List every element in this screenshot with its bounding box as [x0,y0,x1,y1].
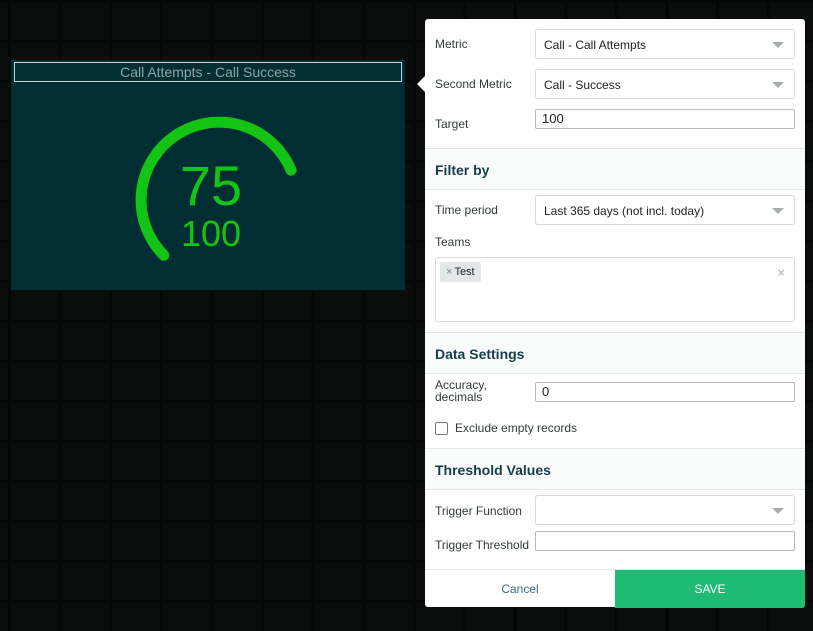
gauge-value: 75 [179,154,243,217]
teams-label: Teams [435,235,471,249]
metric-select-value: Call - Call Attempts [544,38,647,52]
metric-label: Metric [435,37,468,51]
chevron-down-icon [772,82,784,88]
save-button[interactable]: SAVE [615,570,805,608]
second-metric-select-value: Call - Success [544,78,621,92]
team-tag-label: Test [454,266,475,278]
accuracy-input[interactable]: 0 [535,382,795,402]
threshold-section-header: Threshold Values [425,448,805,490]
gauge-widget[interactable]: Call Attempts - Call Success 75 100 [11,60,405,290]
clear-teams-icon[interactable]: × [777,265,785,280]
target-label: Target [435,117,469,131]
target-input[interactable]: 100 [535,109,795,129]
accuracy-label-line2: decimals [435,390,483,404]
widget-settings-panel: Metric Call - Call Attempts Second Metri… [417,19,805,608]
chevron-down-icon [772,208,784,214]
chevron-down-icon [772,42,784,48]
teams-multiselect[interactable]: × Test × [435,257,795,322]
metric-select[interactable]: Call - Call Attempts [535,29,795,59]
chevron-down-icon [772,508,784,514]
threshold-section-title: Threshold Values [435,462,551,478]
filter-section-header: Filter by [425,148,805,190]
time-period-select[interactable]: Last 365 days (not incl. today) [535,195,795,225]
data-settings-section-title: Data Settings [435,346,525,362]
trigger-threshold-input[interactable] [535,531,795,551]
filter-section-title: Filter by [435,162,490,178]
remove-tag-icon[interactable]: × [446,266,452,278]
trigger-function-select[interactable] [535,495,795,525]
second-metric-select[interactable]: Call - Success [535,69,795,99]
gauge-target: 100 [180,213,242,254]
panel-pointer [417,76,425,92]
time-period-select-value: Last 365 days (not incl. today) [544,204,705,218]
time-period-label: Time period [435,203,498,217]
team-tag: × Test [440,262,481,282]
panel-footer: Cancel SAVE [425,569,805,608]
data-settings-section-header: Data Settings [425,332,805,374]
second-metric-label: Second Metric [435,77,512,91]
trigger-function-label: Trigger Function [435,504,522,518]
exclude-empty-checkbox[interactable] [435,422,448,435]
trigger-threshold-label: Trigger Threshold [435,538,530,552]
exclude-empty-label: Exclude empty records [455,421,578,435]
cancel-button[interactable]: Cancel [425,570,615,608]
